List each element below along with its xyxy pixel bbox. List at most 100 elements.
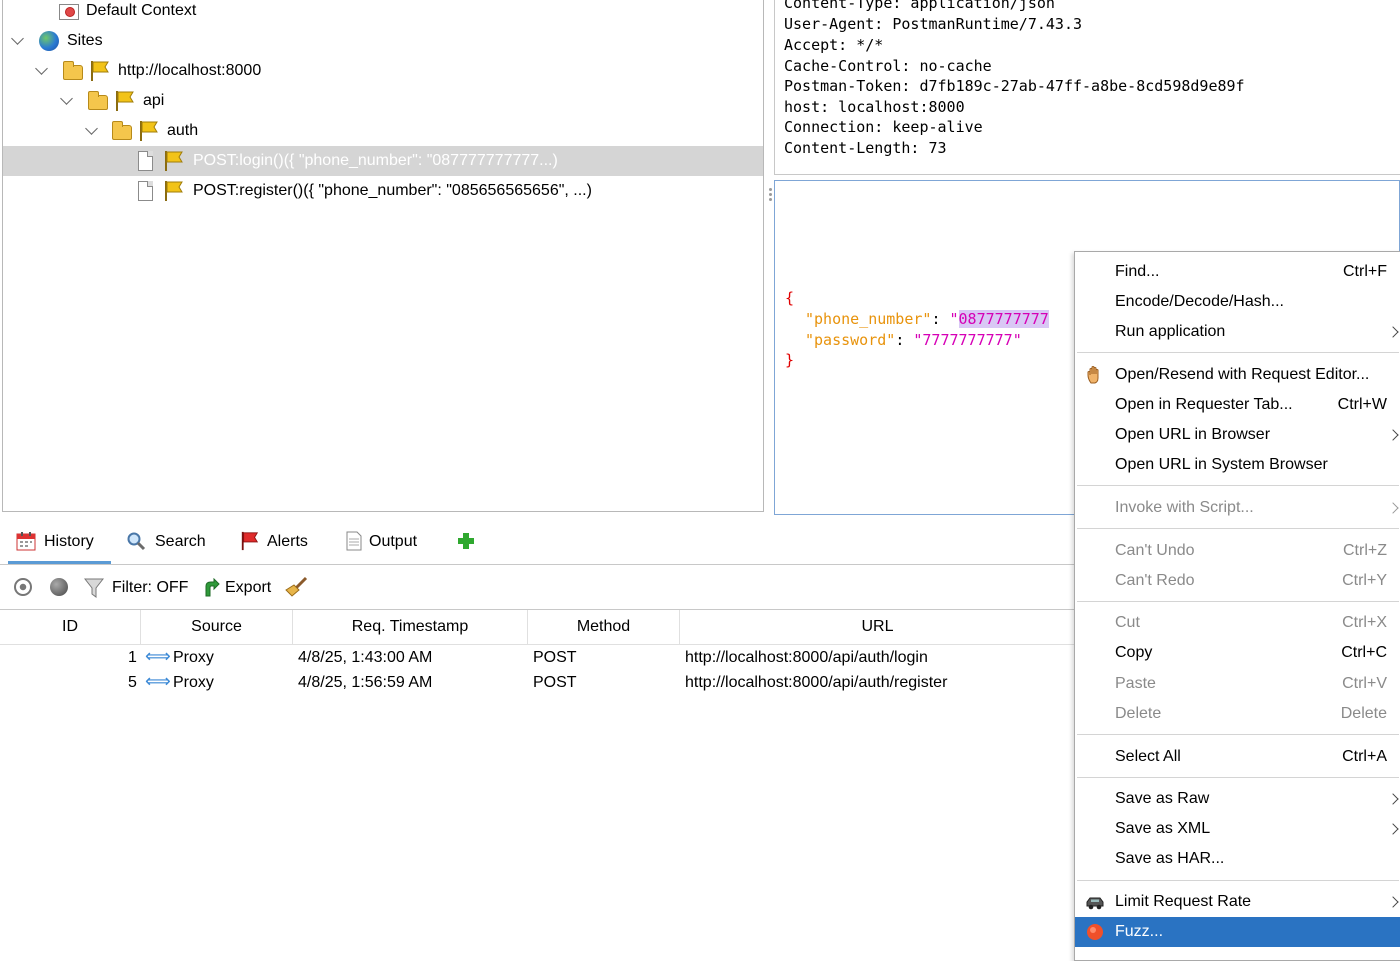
row-id: 1 (128, 649, 137, 666)
row-source: Proxy (173, 649, 214, 666)
flag-icon (116, 91, 134, 111)
tab-output[interactable]: Output (342, 520, 432, 564)
plus-icon (458, 533, 474, 549)
proxy-arrows-icon: ⟺ (145, 646, 171, 666)
clear-history-button[interactable] (284, 566, 310, 609)
scope-button[interactable] (12, 566, 34, 609)
row-url: http://localhost:8000/api/auth/register (685, 674, 948, 691)
tab-label: Output (369, 533, 418, 550)
menu-shortcut: Ctrl+V (1342, 675, 1387, 692)
menu-separator (1077, 485, 1399, 486)
menu-item-copy[interactable]: Copy Ctrl+C (1075, 638, 1400, 668)
tree-node-api[interactable]: api (3, 86, 763, 116)
tree-label: api (143, 92, 165, 109)
json-quote: " (949, 310, 959, 328)
header-line: Postman-Token: d7fb189c-27ab-47ff-a8be-8… (784, 77, 1245, 95)
tree-label: POST:register()({ "phone_number": "08565… (193, 182, 592, 199)
menu-item-open-url-system-browser[interactable]: Open URL in System Browser (1075, 450, 1400, 480)
tree-label: Default Context (86, 2, 197, 19)
menu-label: Invoke with Script... (1115, 499, 1254, 516)
table-row[interactable]: 5 ⟺ Proxy 4/8/25, 1:56:59 AM POST http:/… (0, 670, 1075, 695)
folder-icon (112, 121, 132, 140)
split-pane-handle[interactable] (767, 186, 773, 210)
menu-item-cut: Cut Ctrl+X (1075, 608, 1400, 638)
tree-node-host[interactable]: http://localhost:8000 (3, 56, 763, 86)
broom-icon (285, 576, 308, 597)
menu-label: Run application (1115, 323, 1226, 340)
request-header-panel[interactable]: Content-Type: application/json User-Agen… (774, 0, 1400, 175)
history-table-header: ID Source Req. Timestamp Method URL (0, 610, 1075, 645)
row-timestamp: 4/8/25, 1:56:59 AM (298, 674, 433, 691)
selected-text[interactable]: 0877777777 (958, 310, 1049, 328)
context-icon (59, 4, 79, 20)
column-header-source[interactable]: Source (141, 610, 293, 644)
menu-separator (1077, 880, 1399, 881)
chevron-right-icon (1387, 502, 1399, 514)
menu-label: Cut (1115, 614, 1140, 631)
tree-node-sites[interactable]: Sites (3, 26, 763, 56)
menu-item-limit-request-rate[interactable]: Limit Request Rate (1075, 887, 1400, 917)
menu-shortcut: Ctrl+A (1342, 748, 1387, 765)
menu-item-save-xml[interactable]: Save as XML (1075, 814, 1400, 844)
sites-tree-panel: Default Context Sites http://localhost:8… (2, 0, 764, 512)
menu-label: Open URL in System Browser (1115, 456, 1328, 473)
menu-label: Delete (1115, 705, 1162, 722)
menu-item-run-application[interactable]: Run application (1075, 317, 1400, 347)
add-tab-button[interactable] (454, 520, 478, 564)
filter-button[interactable]: Filter: OFF (82, 566, 192, 609)
menu-label: Paste (1115, 675, 1156, 692)
chevron-down-icon[interactable] (35, 62, 48, 75)
export-label: Export (225, 579, 272, 596)
chevron-right-icon (1387, 823, 1399, 835)
menu-item-open-resend[interactable]: Open/Resend with Request Editor... (1075, 360, 1400, 390)
chevron-down-icon[interactable] (11, 32, 24, 45)
chevron-down-icon[interactable] (60, 92, 73, 105)
flag-icon (165, 151, 183, 171)
header-line: Content-Length: 73 (784, 139, 947, 157)
menu-item-find[interactable]: Find... Ctrl+F (1075, 257, 1400, 287)
menu-label: Open URL in Browser (1115, 426, 1271, 443)
column-header-url[interactable]: URL (680, 610, 1075, 644)
menu-item-open-url-browser[interactable]: Open URL in Browser (1075, 420, 1400, 450)
menu-item-encode[interactable]: Encode/Decode/Hash... (1075, 287, 1400, 317)
context-menu: Find... Ctrl+F Encode/Decode/Hash... Run … (1074, 251, 1400, 961)
tree-label: Sites (67, 32, 103, 49)
folder-icon (63, 61, 83, 80)
menu-shortcut: Ctrl+Y (1342, 572, 1387, 589)
menu-label: Can't Redo (1115, 572, 1195, 589)
json-key: "phone_number" (805, 310, 932, 328)
table-row[interactable]: 1 ⟺ Proxy 4/8/25, 1:43:00 AM POST http:/… (0, 645, 1075, 670)
menu-item-save-raw[interactable]: Save as Raw (1075, 784, 1400, 814)
chevron-down-icon[interactable] (85, 122, 98, 135)
tab-alerts[interactable]: Alerts (238, 520, 318, 564)
column-header-timestamp[interactable]: Req. Timestamp (293, 610, 528, 644)
menu-shortcut: Ctrl+Z (1343, 542, 1387, 559)
menu-item-save-har[interactable]: Save as HAR... (1075, 844, 1400, 874)
tab-search[interactable]: Search (124, 520, 214, 564)
tree-label: POST:login()({ "phone_number": "08777777… (193, 152, 558, 169)
column-header-id[interactable]: ID (0, 610, 141, 644)
header-line: host: localhost:8000 (784, 98, 965, 116)
menu-item-open-requester[interactable]: Open in Requester Tab... Ctrl+W (1075, 390, 1400, 420)
tree-node-login[interactable]: POST:login()({ "phone_number": "08777777… (3, 146, 763, 176)
row-timestamp: 4/8/25, 1:43:00 AM (298, 649, 433, 666)
json-colon: : (931, 310, 950, 328)
car-icon (1086, 897, 1104, 910)
json-value: "7777777777" (913, 331, 1022, 349)
export-button[interactable]: Export (200, 566, 278, 609)
tree-node-auth[interactable]: auth (3, 116, 763, 146)
red-flag-icon (241, 531, 259, 551)
menu-shortcut: Ctrl+C (1341, 644, 1387, 661)
chevron-right-icon (1387, 326, 1399, 338)
menu-item-select-all[interactable]: Select All Ctrl+A (1075, 742, 1400, 772)
row-method: POST (533, 649, 577, 666)
tree-node-register[interactable]: POST:register()({ "phone_number": "08565… (3, 176, 763, 206)
menu-item-fuzz[interactable]: Fuzz... (1075, 917, 1400, 947)
tree-node-default-context[interactable]: Default Context (3, 0, 763, 26)
menu-separator (1077, 734, 1399, 735)
json-colon: : (895, 331, 914, 349)
column-header-method[interactable]: Method (528, 610, 680, 644)
tab-history[interactable]: History (8, 520, 111, 564)
globe-scope-button[interactable] (48, 566, 70, 609)
menu-item-delete: Delete Delete (1075, 699, 1400, 729)
